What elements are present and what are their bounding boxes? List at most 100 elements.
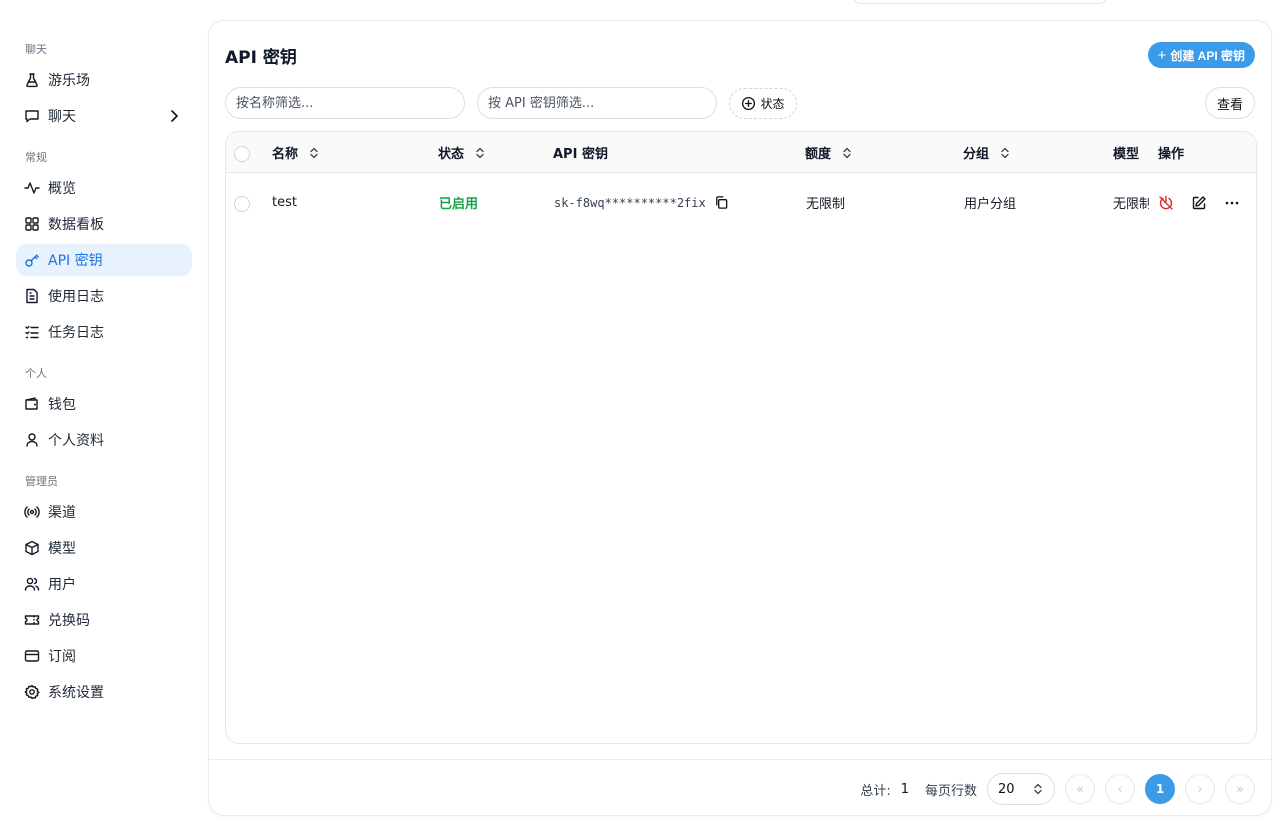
page-size-label: 每页行数 — [924, 783, 977, 799]
chevron-left-icon: ‹ — [1117, 782, 1123, 796]
create-api-key-label: 创建 API 密钥 — [1170, 48, 1245, 63]
sort-icon — [310, 147, 318, 158]
dashboard-icon — [24, 216, 40, 232]
column-label: 名称 — [272, 147, 299, 162]
sidebar-item-api-keys[interactable]: API 密钥 — [16, 244, 192, 276]
users-icon — [24, 576, 40, 592]
sidebar-item-label: 个人资料 — [48, 433, 104, 449]
cell-name: test — [272, 195, 297, 210]
last-page-button[interactable]: » — [1225, 774, 1255, 804]
table-header: 名称 状态 API 密钥 额度 分组 模型 操作 — [226, 132, 1256, 173]
column-header-api-key: API 密钥 — [553, 132, 608, 173]
sidebar-item-subscriptions[interactable]: 订阅 — [16, 640, 192, 672]
column-header-group[interactable]: 分组 — [963, 132, 1011, 173]
plus-circle-icon — [742, 96, 756, 111]
view-options-button[interactable]: 查看 — [1205, 87, 1255, 119]
status-filter-label: 状态 — [760, 97, 785, 111]
chevron-right-icon[interactable] — [166, 108, 182, 124]
cell-model: 无限制 — [1113, 197, 1149, 212]
column-label: 额度 — [805, 147, 832, 162]
header-search-pill[interactable] — [852, 0, 1108, 4]
sidebar-item-label: 订阅 — [48, 649, 76, 665]
card-icon — [24, 648, 40, 664]
sidebar-item-label: 用户 — [48, 577, 76, 593]
row-select-checkbox[interactable] — [234, 196, 250, 212]
column-header-status[interactable]: 状态 — [438, 132, 486, 173]
column-label: 分组 — [963, 147, 990, 162]
column-label: 状态 — [438, 147, 465, 162]
footer-divider — [209, 759, 1271, 760]
chevron-up-down-icon — [1034, 783, 1042, 795]
column-header-name[interactable]: 名称 — [272, 132, 320, 173]
double-chevron-left-icon: « — [1076, 782, 1084, 796]
key-icon — [24, 252, 40, 268]
sidebar-item-label: 钱包 — [48, 397, 76, 413]
status-filter-button[interactable]: 状态 — [729, 88, 797, 119]
flask-icon — [24, 72, 40, 88]
column-header-quota[interactable]: 额度 — [805, 132, 853, 173]
previous-page-button[interactable]: ‹ — [1105, 774, 1135, 804]
name-filter-input[interactable] — [225, 87, 465, 119]
api-keys-table: 名称 状态 API 密钥 额度 分组 模型 操作 test 已启用 sk-f8w… — [225, 131, 1257, 744]
column-label: 操作 — [1158, 147, 1185, 162]
page-title: API 密钥 — [225, 48, 297, 68]
wallet-icon — [24, 396, 40, 412]
plus-icon: + — [1157, 46, 1167, 64]
status-badge: 已启用 — [439, 197, 479, 212]
sort-icon — [476, 147, 484, 158]
chevron-right-icon: › — [1197, 782, 1203, 796]
copy-icon[interactable] — [714, 195, 729, 210]
sidebar-item-label: API 密钥 — [48, 253, 103, 269]
sidebar-item-usage-logs[interactable]: 使用日志 — [16, 280, 192, 312]
next-page-button[interactable]: › — [1185, 774, 1215, 804]
total-label: 总计: — [860, 783, 891, 799]
double-chevron-right-icon: » — [1236, 782, 1244, 796]
section-label-chat: 聊天 — [25, 43, 47, 56]
column-header-actions: 操作 — [1158, 132, 1184, 173]
section-label-personal: 个人 — [25, 367, 47, 380]
sidebar-item-label: 任务日志 — [48, 325, 104, 341]
sidebar-item-users[interactable]: 用户 — [16, 568, 192, 600]
sidebar-item-models[interactable]: 模型 — [16, 532, 192, 564]
user-icon — [24, 432, 40, 448]
sidebar-item-label: 数据看板 — [48, 217, 104, 233]
sidebar-item-playground[interactable]: 游乐场 — [16, 64, 192, 96]
column-header-model: 模型 — [1113, 132, 1139, 173]
sort-icon — [843, 147, 851, 158]
column-label: API 密钥 — [553, 147, 608, 162]
sidebar-item-overview[interactable]: 概览 — [16, 172, 192, 204]
sidebar-item-task-logs[interactable]: 任务日志 — [16, 316, 192, 348]
sidebar-item-channels[interactable]: 渠道 — [16, 496, 192, 528]
sidebar-item-redeem-codes[interactable]: 兑换码 — [16, 604, 192, 636]
create-api-key-button[interactable]: + 创建 API 密钥 — [1147, 42, 1255, 68]
sidebar-item-label: 使用日志 — [48, 289, 104, 305]
sidebar-item-system-settings[interactable]: 系统设置 — [16, 676, 192, 708]
checklist-icon — [24, 324, 40, 340]
page-size-select[interactable]: 20 — [987, 773, 1055, 805]
column-label: 模型 — [1113, 147, 1140, 162]
ticket-icon — [24, 612, 40, 628]
sidebar-item-profile[interactable]: 个人资料 — [16, 424, 192, 456]
document-icon — [24, 288, 40, 304]
disable-icon[interactable] — [1158, 195, 1174, 211]
select-all-checkbox[interactable] — [234, 146, 250, 162]
sidebar-item-dashboard[interactable]: 数据看板 — [16, 208, 192, 240]
page-button-current[interactable]: 1 — [1145, 774, 1175, 804]
activity-icon — [24, 180, 40, 196]
api-key-filter-input[interactable] — [477, 87, 717, 119]
page-size-value: 20 — [998, 781, 1015, 797]
more-options-icon[interactable] — [1224, 195, 1240, 211]
cell-quota: 无限制 — [806, 197, 846, 212]
gear-icon — [24, 684, 40, 700]
pagination: 总计: 1 每页行数 20 « ‹ 1 › » — [860, 773, 1255, 805]
sort-icon — [1001, 147, 1009, 158]
first-page-button[interactable]: « — [1065, 774, 1095, 804]
radio-icon — [24, 504, 40, 520]
total-value: 1 — [900, 781, 909, 797]
sidebar-item-label: 渠道 — [48, 505, 76, 521]
section-label-general: 常规 — [25, 151, 47, 164]
sidebar-item-label: 聊天 — [48, 109, 76, 125]
sidebar-item-chat[interactable]: 聊天 — [16, 100, 192, 132]
edit-icon[interactable] — [1191, 195, 1207, 211]
sidebar-item-wallet[interactable]: 钱包 — [16, 388, 192, 420]
